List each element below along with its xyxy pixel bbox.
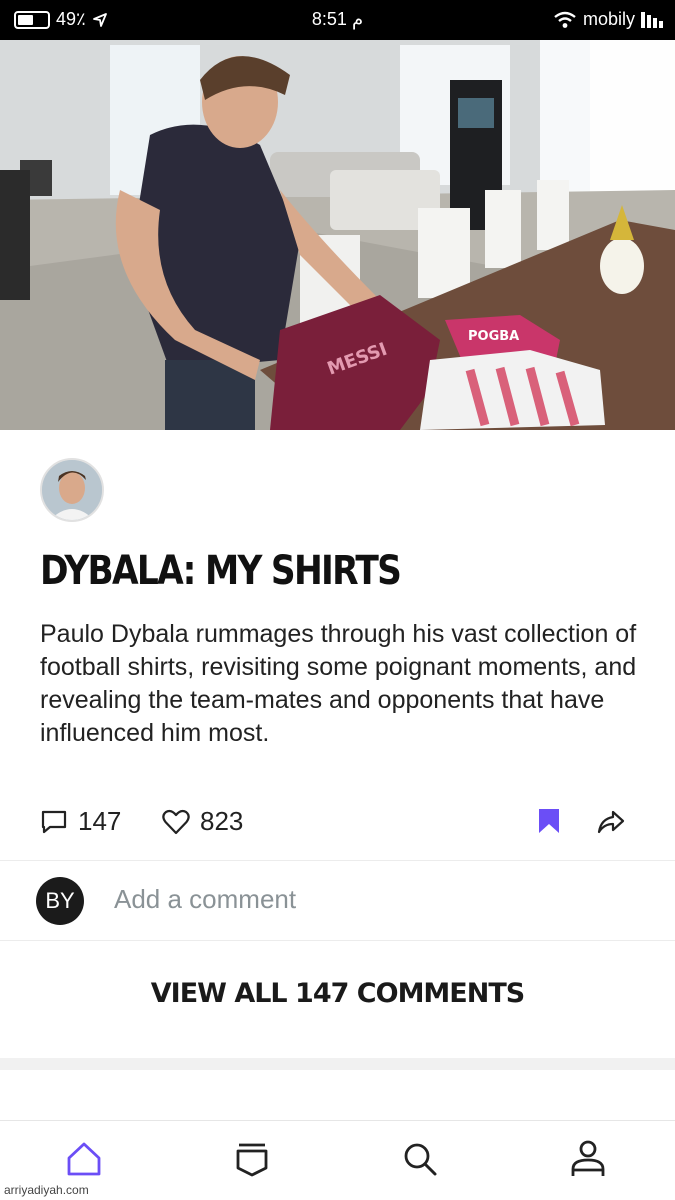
- video-frame-illustration: MESSI POGBA: [0, 40, 675, 430]
- heart-icon: [162, 809, 190, 834]
- profile-icon: [571, 1140, 605, 1176]
- comment-count: 147: [78, 806, 122, 836]
- comments-action[interactable]: 147: [40, 806, 121, 837]
- share-icon: [597, 810, 625, 834]
- like-action[interactable]: 823: [162, 806, 243, 837]
- like-count: 823: [200, 806, 244, 836]
- bookmark-icon: [539, 809, 559, 833]
- carrier-name: mobily: [582, 9, 635, 29]
- jersey-text-pogba: POGBA: [468, 329, 519, 344]
- divider: [0, 860, 675, 861]
- comment-icon: [41, 810, 67, 833]
- status-bar: 49٪ 8:51 م mobily: [0, 0, 675, 40]
- bottom-tab-bar: [0, 1120, 675, 1200]
- wifi-icon: [554, 11, 576, 28]
- post-title: DYBALA: MY SHIRTS: [40, 548, 402, 594]
- bookmark-button[interactable]: [538, 808, 560, 839]
- share-button[interactable]: [597, 810, 625, 839]
- status-right: mobily: [553, 9, 663, 30]
- tab-home[interactable]: [62, 1137, 106, 1181]
- video-thumbnail[interactable]: MESSI POGBA: [0, 40, 675, 430]
- comment-row: BY: [0, 862, 675, 940]
- feed-icon: [236, 1143, 268, 1177]
- divider: [0, 940, 675, 941]
- tab-profile[interactable]: [566, 1137, 610, 1181]
- watermark: arriyadiyah.com: [4, 1183, 89, 1197]
- section-separator: [0, 1058, 675, 1070]
- view-all-comments-button[interactable]: VIEW ALL 147 COMMENTS: [0, 978, 675, 1009]
- signal-icon: [641, 11, 663, 28]
- tab-feed[interactable]: [230, 1137, 274, 1181]
- post-description: Paulo Dybala rummages through his vast c…: [40, 620, 637, 747]
- author-avatar[interactable]: [40, 458, 104, 522]
- tab-search[interactable]: [398, 1137, 442, 1181]
- search-icon: [404, 1143, 437, 1176]
- author-photo: [42, 460, 102, 520]
- user-avatar: BY: [36, 877, 84, 925]
- home-icon: [67, 1142, 101, 1176]
- comment-input[interactable]: [114, 884, 634, 915]
- post-actions: 147 823: [0, 800, 675, 844]
